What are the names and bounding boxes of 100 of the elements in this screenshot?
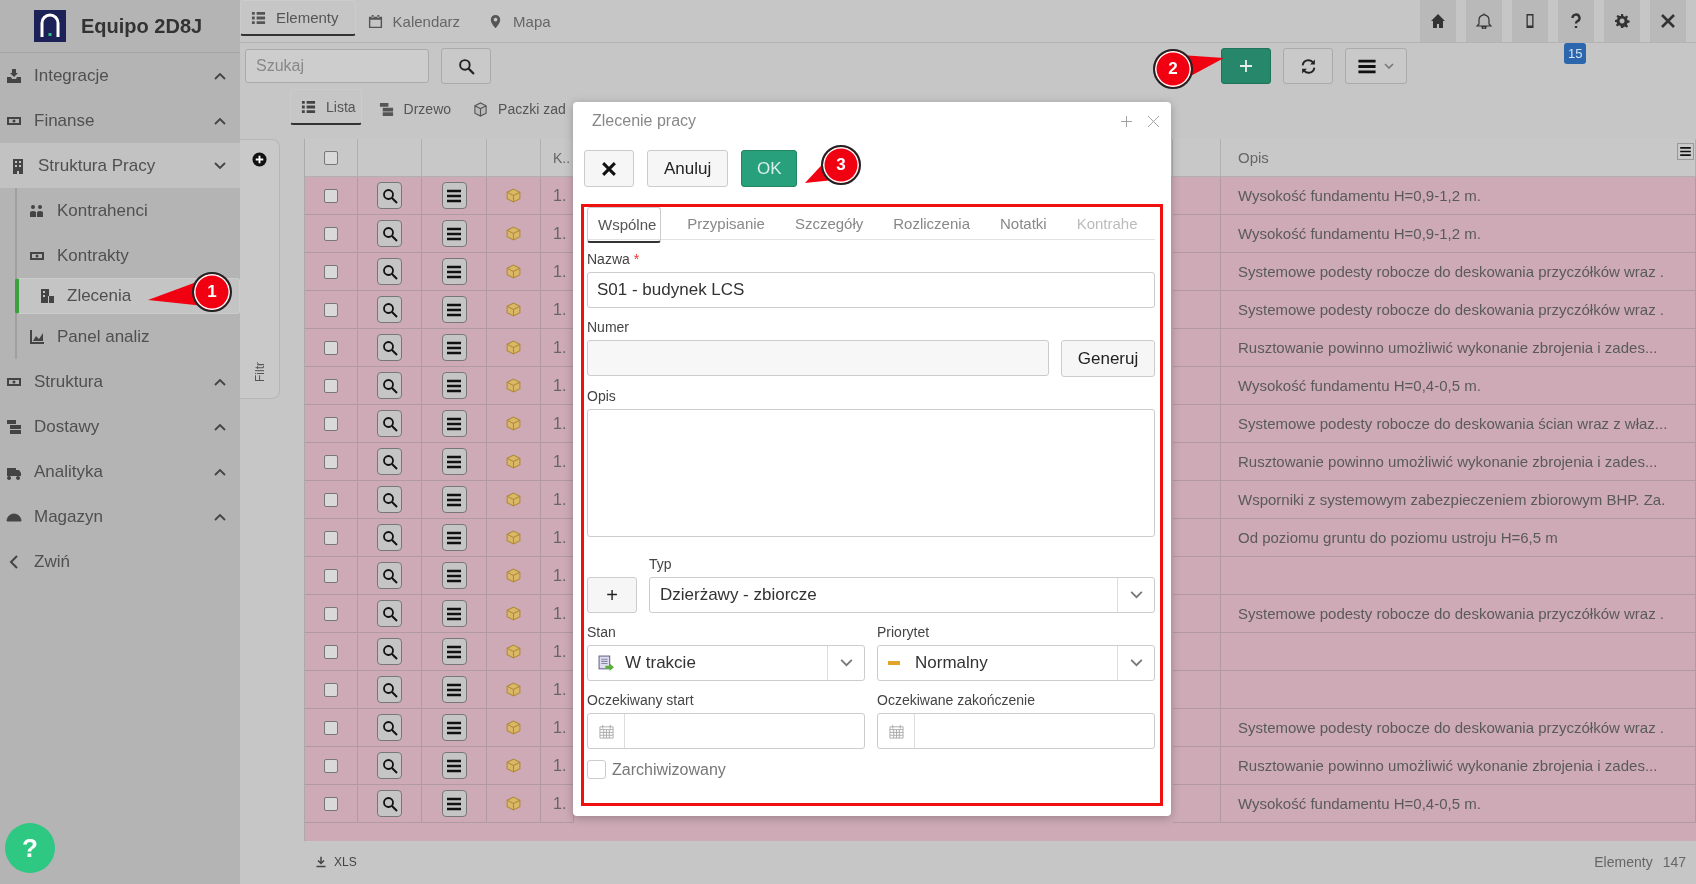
row-menu-button[interactable] [441,600,467,627]
row-checkbox[interactable] [324,264,338,279]
row-menu-button[interactable] [441,714,467,741]
sidebar-item[interactable]: Dostawy [0,404,240,449]
priority-select[interactable]: Normalny [877,645,1155,681]
preview-button[interactable] [377,562,402,589]
row-menu-button[interactable] [441,524,467,551]
generate-button[interactable]: Generuj [1061,340,1155,377]
dialog-tab[interactable]: Wspólne [587,207,662,243]
preview-button[interactable] [377,638,402,665]
select-all-checkbox[interactable] [324,150,338,165]
row-menu-button[interactable] [441,562,467,589]
plus-icon[interactable] [1121,115,1132,127]
row-checkbox[interactable] [324,302,338,317]
row-menu-button[interactable] [441,296,467,323]
number-field[interactable] [587,340,1049,376]
settings-button[interactable] [1604,0,1640,42]
view-tab[interactable]: Paczki zad [468,89,571,129]
add-type-button[interactable]: + [587,577,637,613]
row-menu-button[interactable] [441,372,467,399]
row-menu-button[interactable] [441,448,467,475]
row-menu-button[interactable] [441,182,467,209]
row-menu-button[interactable] [441,790,467,817]
help-button[interactable] [1558,0,1594,42]
row-checkbox[interactable] [324,720,338,735]
name-field[interactable]: S01 - budynek LCS [587,272,1155,308]
preview-button[interactable] [377,486,402,513]
menu-dropdown-button[interactable] [1345,48,1407,84]
row-menu-button[interactable] [441,334,467,361]
top-tab[interactable]: Elementy [240,0,356,36]
preview-button[interactable] [377,258,402,285]
row-checkbox[interactable] [324,644,338,659]
row-checkbox[interactable] [324,606,338,621]
preview-button[interactable] [377,334,402,361]
ok-button[interactable]: OK [741,150,798,187]
start-date-field[interactable] [587,713,865,749]
type-select[interactable]: Dzierżawy - zbiorcze [649,577,1155,613]
sidebar-item[interactable]: Analityka [0,449,240,494]
close-icon[interactable] [1148,115,1159,127]
state-select[interactable]: W trakcie [587,645,865,681]
preview-button[interactable] [377,296,402,323]
view-tab[interactable]: Lista [290,89,362,125]
sidebar-item[interactable]: Magazyn [0,494,240,539]
cancel-button[interactable]: Anuluj [647,150,729,187]
top-tab[interactable]: Kalendarz [363,0,477,42]
sidebar-item[interactable]: Struktura Pracy [0,143,240,188]
preview-button[interactable] [377,676,402,703]
archived-checkbox[interactable] [587,760,606,779]
preview-button[interactable] [377,410,402,437]
preview-button[interactable] [377,372,402,399]
dialog-tab[interactable]: Szczegóły [790,207,868,239]
end-date-field[interactable] [877,713,1155,749]
row-checkbox[interactable] [324,682,338,697]
row-checkbox[interactable] [324,530,338,545]
discard-button[interactable] [584,150,634,187]
collapse-sidebar-button[interactable]: Zwiń [0,539,240,584]
row-checkbox[interactable] [324,416,338,431]
preview-button[interactable] [377,524,402,551]
preview-button[interactable] [377,714,402,741]
row-menu-button[interactable] [441,676,467,703]
row-checkbox[interactable] [324,568,338,583]
home-button[interactable] [1420,0,1456,42]
row-checkbox[interactable] [324,340,338,355]
search-field[interactable]: Szukaj [245,49,429,83]
row-menu-button[interactable] [441,410,467,437]
refresh-button[interactable] [1283,48,1333,84]
preview-button[interactable] [377,448,402,475]
row-menu-button[interactable] [441,486,467,513]
view-tab[interactable]: Drzewo [373,89,457,129]
preview-button[interactable] [377,600,402,627]
row-menu-button[interactable] [441,258,467,285]
add-button[interactable] [1221,48,1271,84]
row-menu-button[interactable] [441,752,467,779]
row-menu-button[interactable] [441,220,467,247]
sidebar-subitem[interactable]: Kontrahenci [17,188,240,233]
row-checkbox[interactable] [324,796,338,811]
sidebar-item[interactable]: Finanse [0,98,240,143]
preview-button[interactable] [377,790,402,817]
mobile-button[interactable] [1512,0,1548,42]
preview-button[interactable] [377,220,402,247]
preview-button[interactable] [377,752,402,779]
dialog-tab[interactable]: Rozliczenia [889,207,974,239]
notifications-button[interactable] [1466,0,1502,42]
row-checkbox[interactable] [324,188,338,203]
row-checkbox[interactable] [324,378,338,393]
dialog-tab[interactable]: Przypisanie [683,207,769,239]
sidebar-subitem[interactable]: Panel analiz [17,314,240,359]
row-checkbox[interactable] [324,492,338,507]
help-button[interactable]: ? [5,823,55,873]
close-button[interactable] [1650,0,1686,42]
preview-button[interactable] [377,182,402,209]
search-button[interactable] [441,48,491,84]
row-checkbox[interactable] [324,758,338,773]
sidebar-item[interactable]: Integracje [0,53,240,98]
column-menu-icon[interactable] [1677,143,1694,160]
export-xls-button[interactable]: XLS [315,855,357,869]
row-checkbox[interactable] [324,454,338,469]
top-tab[interactable]: Mapa [484,0,567,42]
sidebar-item[interactable]: Struktura [0,359,240,404]
row-menu-button[interactable] [441,638,467,665]
